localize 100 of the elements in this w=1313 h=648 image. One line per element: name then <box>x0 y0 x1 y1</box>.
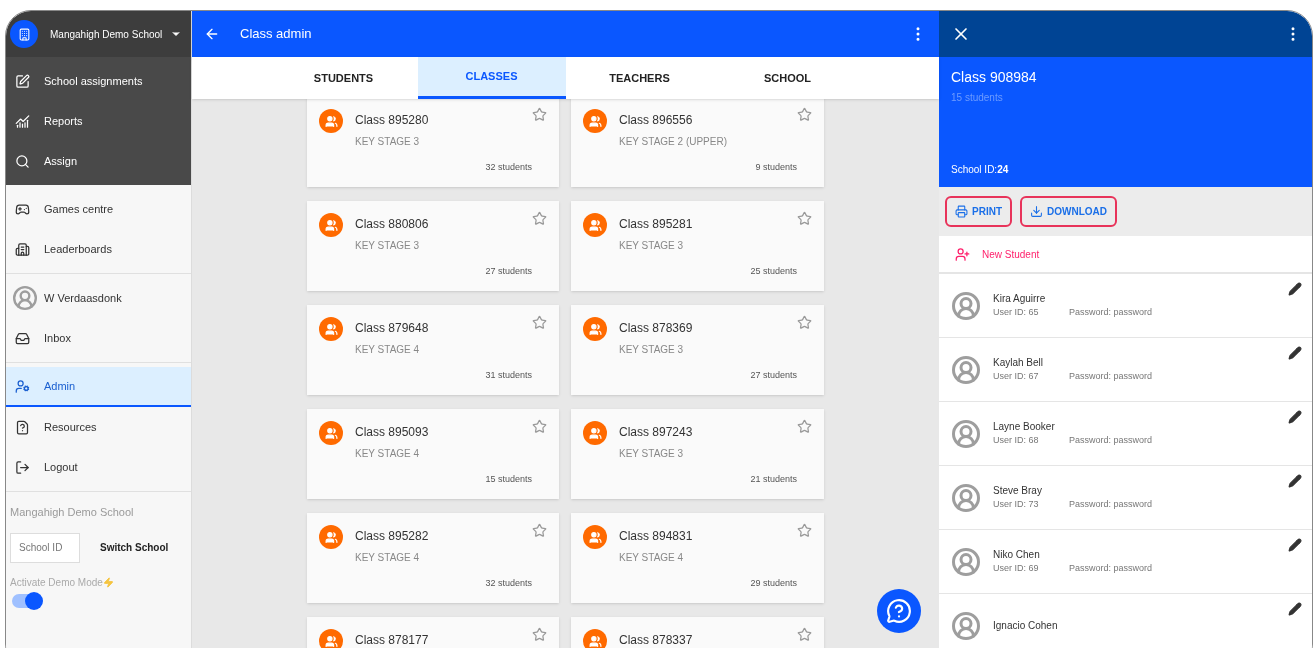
school-id-field[interactable]: School ID <box>10 532 80 563</box>
school-menu[interactable]: Mangahigh Demo School <box>6 11 191 57</box>
user-gear-icon <box>15 378 30 394</box>
class-card[interactable]: Class 895281 KEY STAGE 3 25 students <box>571 201 824 291</box>
star-icon[interactable] <box>532 315 547 330</box>
tab[interactable]: CLASSES <box>417 57 566 99</box>
star-icon[interactable] <box>797 211 812 226</box>
user-id: User ID: 65 <box>993 306 1040 320</box>
lightning-icon <box>102 576 114 588</box>
new-student-button[interactable]: New Student <box>939 236 1312 274</box>
search-icon <box>15 153 30 169</box>
star-icon[interactable] <box>797 107 812 122</box>
student-name: Kaylah Bell <box>993 356 1045 371</box>
switch-school-button[interactable]: Switch School <box>92 536 177 559</box>
group-icon <box>319 629 343 648</box>
student-row[interactable]: Layne Booker User ID: 68 Password: password <box>939 402 1312 466</box>
group-icon <box>583 629 607 648</box>
student-count: 25 students <box>750 265 797 278</box>
student-row[interactable]: Kaylah Bell User ID: 67 Password: password <box>939 338 1312 402</box>
class-name: Class 896556 <box>619 112 694 129</box>
sidebar-item[interactable]: Leaderboards <box>6 229 191 269</box>
class-name: Class 878369 <box>619 320 694 337</box>
student-count: 32 students <box>485 577 532 590</box>
student-row[interactable]: Kira Aguirre User ID: 65 Password: password <box>939 274 1312 338</box>
star-icon[interactable] <box>532 211 547 226</box>
student-count: 15 students <box>485 473 532 486</box>
student-count: 27 students <box>750 369 797 382</box>
password: Password: password <box>1069 562 1153 576</box>
star-icon[interactable] <box>797 419 812 434</box>
action-button[interactable]: PRINT <box>945 196 1012 227</box>
student-count: 29 students <box>750 577 797 590</box>
class-card[interactable]: Class 896556 KEY STAGE 2 (UPPER) 9 students <box>571 99 824 187</box>
star-icon[interactable] <box>532 523 547 538</box>
avatar-icon <box>951 546 981 577</box>
key-stage: KEY STAGE 3 <box>355 135 421 149</box>
user-id: User ID: 67 <box>993 370 1040 384</box>
avatar-icon <box>951 610 981 641</box>
student-row[interactable]: Ignacio Cohen <box>939 594 1312 648</box>
student-name: Kira Aguirre <box>993 292 1047 307</box>
class-card[interactable]: Class 895093 KEY STAGE 4 15 students <box>307 409 559 499</box>
student-count: 21 students <box>750 473 797 486</box>
star-icon[interactable] <box>797 627 812 642</box>
star-icon[interactable] <box>797 523 812 538</box>
sidebar-item[interactable]: W Verdaasdonk <box>6 278 191 318</box>
star-icon[interactable] <box>532 627 547 642</box>
tab[interactable]: STUDENTS <box>269 57 418 99</box>
class-name: Class 894831 <box>619 528 694 545</box>
group-icon <box>319 421 343 445</box>
sidebar-item[interactable]: Reports <box>6 101 191 141</box>
star-icon[interactable] <box>797 315 812 330</box>
printer-icon <box>955 205 968 218</box>
class-name: Class 878177 <box>355 632 430 648</box>
edit-icon[interactable] <box>1288 602 1302 616</box>
star-icon[interactable] <box>532 107 547 122</box>
demo-mode-switch[interactable] <box>12 593 42 608</box>
sidebar-item[interactable]: Games centre <box>6 189 191 229</box>
sidebar-item[interactable]: Resources <box>6 407 191 447</box>
class-name: Class 880806 <box>355 216 430 233</box>
edit-icon[interactable] <box>1288 474 1302 488</box>
class-card[interactable]: Class 879648 KEY STAGE 4 31 students <box>307 305 559 395</box>
star-icon[interactable] <box>532 419 547 434</box>
sidebar-item[interactable]: Inbox <box>6 318 191 358</box>
avatar-icon <box>951 418 981 449</box>
class-name: Class 878337 <box>619 632 694 648</box>
edit-icon <box>15 73 30 89</box>
class-card[interactable]: Class 894831 KEY STAGE 4 29 students <box>571 513 824 603</box>
demo-mode-label: Activate Demo Mode <box>10 575 103 590</box>
class-card[interactable]: Class 880806 KEY STAGE 3 27 students <box>307 201 559 291</box>
class-name: Class 895281 <box>619 216 694 233</box>
student-count: 27 students <box>485 265 532 278</box>
sidebar-item[interactable]: Admin <box>6 367 191 407</box>
sidebar-item[interactable]: School assignments <box>6 61 191 101</box>
page-title: Class admin <box>240 25 312 44</box>
student-name: Niko Chen <box>993 548 1041 563</box>
sidebar-item[interactable]: Assign <box>6 141 191 181</box>
class-card[interactable]: Class 895282 KEY STAGE 4 32 students <box>307 513 559 603</box>
class-card[interactable]: Class 878177 <box>307 617 559 648</box>
tab[interactable]: SCHOOL <box>713 57 862 99</box>
edit-icon[interactable] <box>1288 282 1302 296</box>
class-card[interactable]: Class 895280 KEY STAGE 3 32 students <box>307 99 559 187</box>
help-button[interactable] <box>877 589 921 633</box>
inbox-icon <box>15 330 30 346</box>
key-stage: KEY STAGE 3 <box>619 343 685 357</box>
edit-icon[interactable] <box>1288 346 1302 360</box>
key-stage: KEY STAGE 3 <box>619 239 685 253</box>
group-icon <box>319 525 343 549</box>
class-card[interactable]: Class 878337 <box>571 617 824 648</box>
edit-icon[interactable] <box>1288 410 1302 424</box>
school-icon <box>10 20 38 48</box>
user-id: User ID: 69 <box>993 562 1040 576</box>
action-button[interactable]: DOWNLOAD <box>1020 196 1117 227</box>
student-row[interactable]: Steve Bray User ID: 73 Password: password <box>939 466 1312 530</box>
group-icon <box>583 317 607 341</box>
sidebar-item[interactable]: Logout <box>6 447 191 487</box>
tab[interactable]: TEACHERS <box>565 57 714 99</box>
class-card[interactable]: Class 897243 KEY STAGE 3 21 students <box>571 409 824 499</box>
class-card[interactable]: Class 878369 KEY STAGE 3 27 students <box>571 305 824 395</box>
student-row[interactable]: Niko Chen User ID: 69 Password: password <box>939 530 1312 594</box>
edit-icon[interactable] <box>1288 538 1302 552</box>
user-id: User ID: 68 <box>993 434 1040 448</box>
